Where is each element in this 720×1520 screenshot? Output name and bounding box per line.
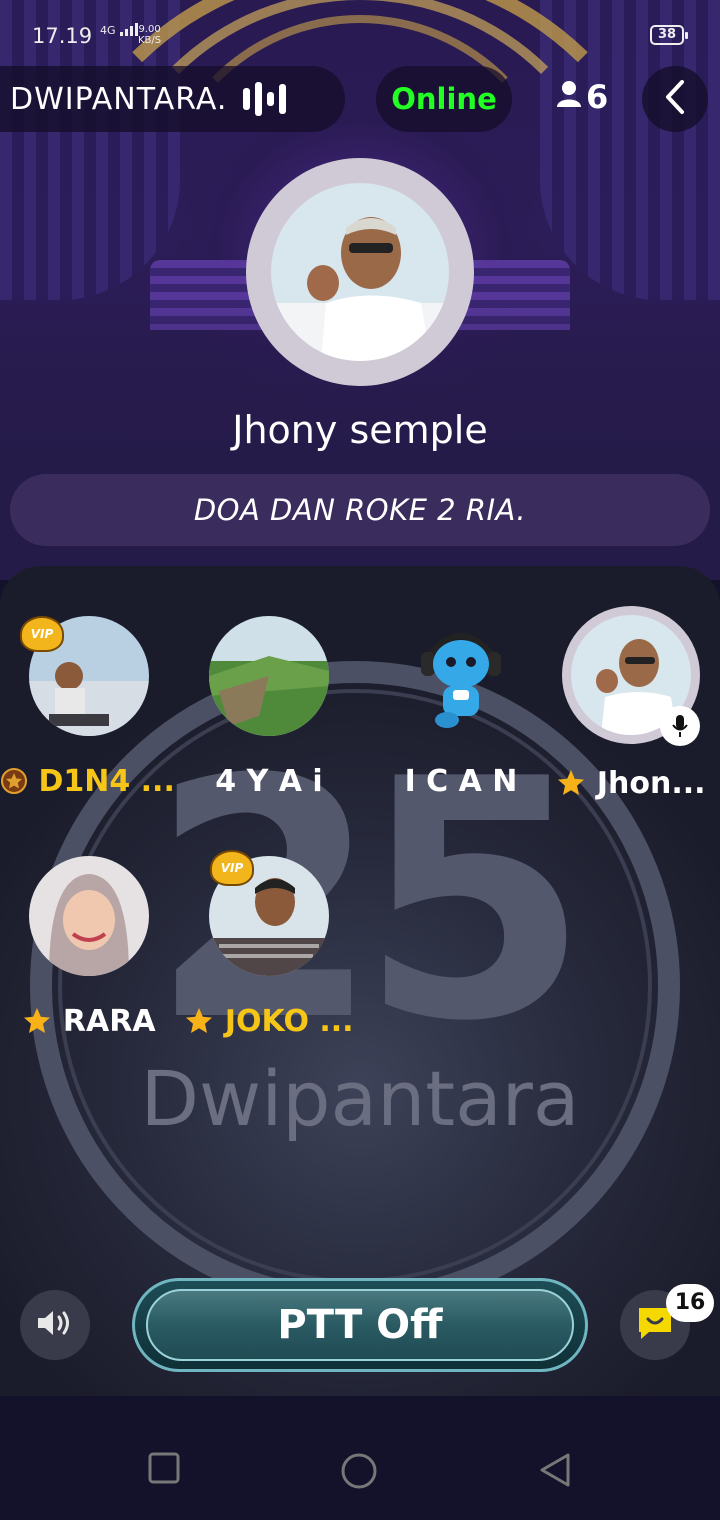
home-button[interactable] [340,1452,378,1494]
square-icon [148,1452,180,1488]
speed-value: 9.00 [138,24,161,35]
seat-name-text: JOKO ... [224,1004,354,1039]
ptt-button[interactable]: PTT Off [132,1278,588,1372]
vip-badge: VIP [20,616,64,652]
status-time: 17.19 [32,24,93,48]
triangle-back-icon [538,1453,572,1492]
vip-badge: VIP [210,850,254,886]
seat-1[interactable]: VIP D1N4 ... [1,616,174,799]
back-button[interactable] [642,66,708,132]
star-icon [22,1004,62,1039]
seat-5[interactable]: RARA [4,856,174,1039]
seat-6[interactable]: VIP JOKO ... [184,850,354,1039]
seats-panel: 25 Dwipantara VIP D1N4 ... 4 Y A i I C A… [0,566,720,1396]
seat-name: I C A N [404,764,518,799]
speaker-button[interactable] [20,1290,90,1360]
seat-avatar [209,616,329,736]
speed-unit: KB/S [138,35,162,46]
recents-button[interactable] [148,1452,180,1488]
person-icon [556,78,582,116]
seat-avatar [29,856,149,976]
host-name: Jhony semple [232,408,488,452]
seat-name: D1N4 ... [0,764,174,799]
seat-name: RARA [4,1004,174,1039]
chat-unread-badge: 16 [666,1284,714,1322]
room-topic: DOA DAN ROKE 2 RIA. [10,474,710,546]
seat-name-text: Jhon... [596,766,706,801]
online-status: Online [376,66,512,132]
mic-icon [660,706,700,746]
network-speed: 9.00 KB/S [138,24,161,46]
circle-icon [340,1453,378,1494]
host-avatar[interactable] [246,158,474,386]
member-count-button[interactable]: 6 [556,78,608,116]
chevron-left-icon [664,79,686,119]
speaker-icon [35,1307,75,1343]
medal-icon [0,764,38,799]
seat-3[interactable]: I C A N [376,616,546,799]
nav-back-button[interactable] [538,1452,572,1492]
status-bar: 17.19 4G 9.00 KB/S 38 [0,18,720,54]
signal-icon: 4G [100,22,141,36]
member-count: 6 [586,78,609,116]
audio-bars-icon [243,82,287,116]
logo-word: Dwipantara [140,1054,580,1143]
room-title: DWIPANTARA. [10,81,228,117]
ptt-label: PTT Off [146,1289,574,1361]
system-nav-bar [0,1420,720,1520]
seat-name: Jhon... [546,766,716,801]
seat-4[interactable]: Jhon... [546,606,716,801]
battery-icon: 38 [650,25,688,45]
seat-name-text: RARA [62,1004,156,1039]
seat-name-text: D1N4 ... [38,764,174,799]
seat-2[interactable]: 4 Y A i [184,616,354,799]
seat-name: 4 Y A i [215,764,323,799]
seat-avatar [401,616,521,736]
star-icon [556,766,596,801]
star-icon [184,1004,224,1039]
network-type: 4G [100,24,116,37]
host-photo [271,183,449,361]
room-title-pill[interactable]: DWIPANTARA. [0,66,345,132]
seat-name: JOKO ... [184,1004,354,1039]
